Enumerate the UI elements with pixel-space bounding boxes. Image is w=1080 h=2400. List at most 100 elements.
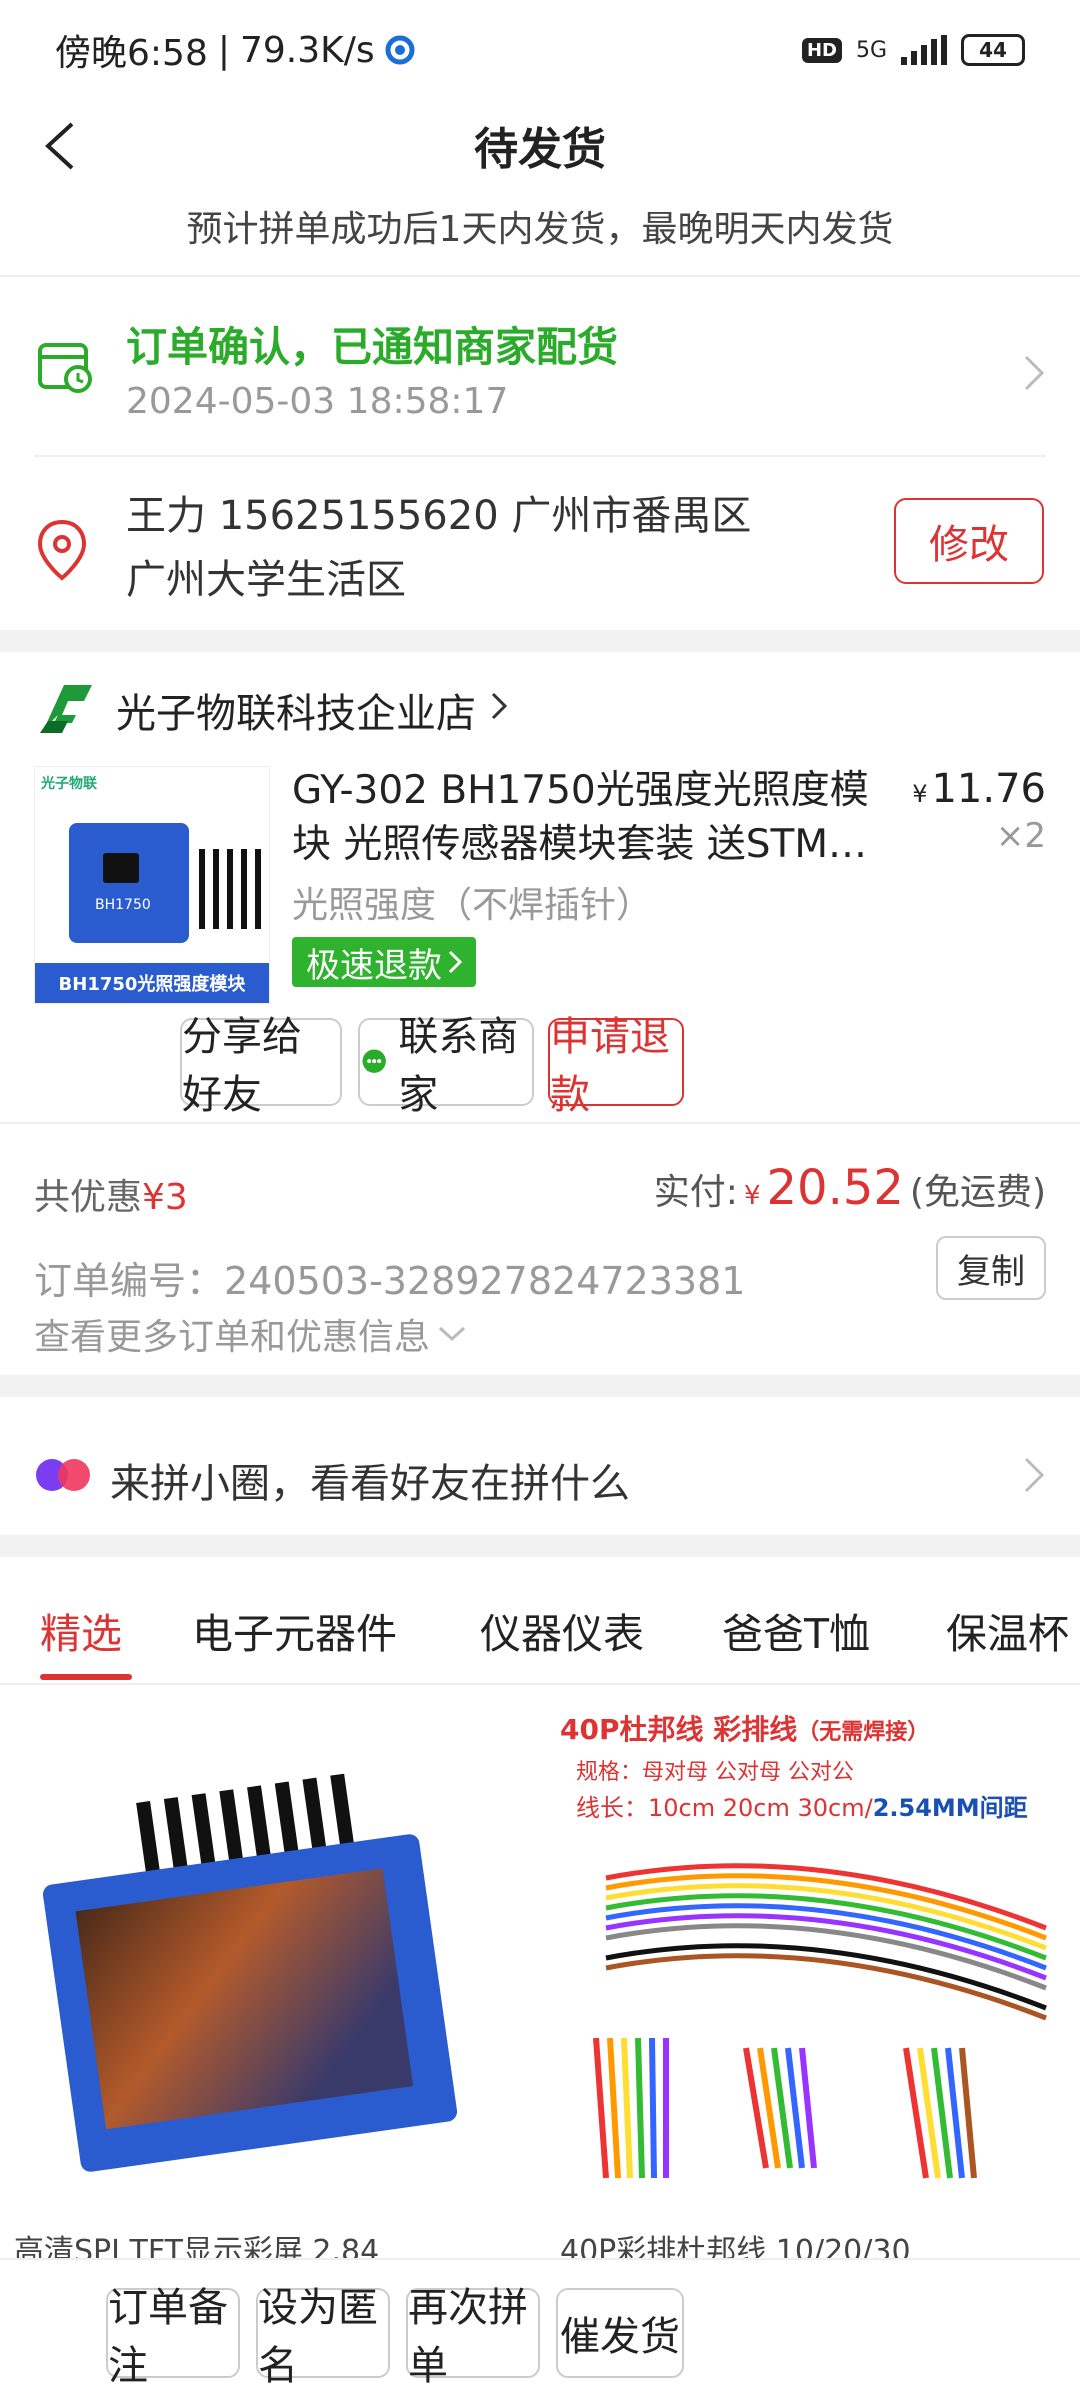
- cable-ad-length-text: 线长：10cm 20cm 30cm/: [576, 1794, 873, 1822]
- paid-currency: ¥: [743, 1181, 761, 1211]
- discount-summary: 共优惠¥3: [34, 1168, 188, 1220]
- cable-ad-title: 40P杜邦线 彩排线（无需焊接）: [560, 1708, 929, 1748]
- product-price: ¥11.76: [912, 766, 1046, 812]
- network-type: 5G: [855, 37, 887, 63]
- status-speed: 79.3K/s: [239, 29, 375, 71]
- shipping-note: (免运费): [909, 1172, 1046, 1213]
- signal-icon: [901, 35, 947, 65]
- paid-amount: 20.52: [766, 1160, 904, 1216]
- contact-merchant-button[interactable]: 联系商家: [358, 1014, 534, 1118]
- shop-logo-icon: [34, 675, 98, 739]
- address-line-2: 广州大学生活区: [126, 557, 406, 603]
- bottom-action-bar: 订单备注 设为匿名 再次拼单 催发货: [0, 2258, 1080, 2400]
- contact-merchant-label: 联系商家: [398, 1014, 519, 1118]
- chevron-right-icon: [491, 692, 508, 720]
- status-right: HD 5G 44: [801, 34, 1025, 66]
- cable-ad-title-text: 40P杜邦线 彩排线: [560, 1713, 798, 1746]
- product-image-brand: 光子物联: [41, 776, 97, 792]
- share-button[interactable]: 分享给好友: [180, 1014, 342, 1118]
- divider: [0, 1122, 1080, 1124]
- cable-ad-spec: 规格：母对母 公对母 公对公: [576, 1760, 854, 1785]
- order-status-time: 2024-05-03 18:58:17: [126, 381, 509, 422]
- section-gap: [0, 630, 1080, 652]
- divider: [0, 275, 1080, 277]
- tab-dad-tshirt[interactable]: 爸爸T恤: [722, 1600, 870, 1660]
- discount-label: 共优惠: [34, 1177, 143, 1218]
- chevron-right-icon: [1024, 1457, 1045, 1493]
- cable-ad-length: 线长：10cm 20cm 30cm/2.54MM间距: [576, 1788, 1028, 1823]
- section-gap: [0, 1535, 1080, 1557]
- product-item[interactable]: 光子物联 BH1750 BH1750光照强度模块 GY-302 BH1750光强…: [0, 760, 1080, 1010]
- status-bar: 傍晚6:58 | 79.3K/s HD 5G 44: [0, 0, 1080, 100]
- friend-circle-icon: [36, 1459, 90, 1491]
- fast-refund-badge[interactable]: 极速退款: [292, 937, 476, 987]
- urge-shipping-button[interactable]: 催发货: [556, 2288, 684, 2378]
- back-icon[interactable]: [34, 118, 84, 174]
- tab-instruments[interactable]: 仪器仪表: [480, 1600, 644, 1660]
- address-line-1: 王力 15625155620 广州市番禺区: [126, 493, 752, 539]
- copy-order-number-button[interactable]: 复制: [936, 1236, 1046, 1300]
- product-image[interactable]: 光子物联 BH1750 BH1750光照强度模块: [34, 766, 270, 1004]
- recommend-card[interactable]: 高清SPI TFT显示彩屏 2.84: [0, 1688, 530, 2258]
- product-image-label: BH1750光照强度模块: [35, 963, 269, 1003]
- set-anonymous-button[interactable]: 设为匿名: [256, 2285, 390, 2389]
- friend-circle-text: 来拼小圈，看看好友在拼什么: [110, 1461, 630, 1507]
- cable-ad-pitch: 2.54MM间距: [872, 1794, 1028, 1822]
- reorder-button[interactable]: 再次拼单: [406, 2285, 540, 2389]
- location-pin-icon: [37, 519, 87, 581]
- order-number-label: 订单编号：: [34, 1259, 225, 1303]
- request-refund-button[interactable]: 申请退款: [548, 1014, 684, 1118]
- more-order-info-link[interactable]: 查看更多订单和优惠信息: [34, 1308, 466, 1360]
- chevron-right-icon: [448, 950, 462, 974]
- shop-name: 光子物联科技企业店: [116, 691, 476, 737]
- order-note-button[interactable]: 订单备注: [106, 2285, 240, 2389]
- sync-icon: [385, 35, 415, 65]
- sensor-chip-graphic: [103, 853, 139, 883]
- cable-ad-note: （无需焊接）: [797, 1720, 930, 1745]
- chat-icon: [362, 1049, 386, 1073]
- tab-thermos[interactable]: 保温杯: [946, 1600, 1069, 1660]
- section-gap: [0, 1375, 1080, 1397]
- price-value: 11.76: [931, 766, 1046, 812]
- hd-badge: HD: [801, 37, 842, 63]
- category-tabs: 精选 电子元器件 仪器仪表 爸爸T恤 保温杯: [0, 1580, 1080, 1685]
- recommend-grid: 高清SPI TFT显示彩屏 2.84 40P杜邦线 彩排线（无需焊接） 规格：母…: [0, 1688, 1080, 2258]
- chevron-down-icon: [439, 1326, 466, 1342]
- tft-display-graphic: [41, 1832, 459, 2174]
- shop-row[interactable]: 光子物联科技企业店: [0, 665, 1080, 755]
- product-image-chip: BH1750: [95, 897, 151, 913]
- page-title: 待发货: [474, 124, 606, 175]
- friend-circle-row[interactable]: 来拼小圈，看看好友在拼什么: [0, 1415, 1080, 1535]
- order-status-text: 订单确认，已通知商家配货: [126, 323, 618, 371]
- sensor-board-graphic: BH1750: [69, 823, 189, 943]
- tab-electronic-components[interactable]: 电子元器件: [192, 1600, 397, 1660]
- discount-value: ¥3: [142, 1177, 188, 1218]
- recommend-card[interactable]: 40P杜邦线 彩排线（无需焊接） 规格：母对母 公对母 公对公 线长：10cm …: [546, 1688, 1076, 2258]
- recommend-card-title: 高清SPI TFT显示彩屏 2.84: [14, 2234, 380, 2258]
- product-spec: 光照强度（不焊插针）: [292, 885, 653, 926]
- order-actions: 分享给好友 联系商家 申请退款: [0, 1014, 1080, 1118]
- status-time: 傍晚6:58: [55, 33, 208, 74]
- fast-refund-label: 极速退款: [306, 945, 442, 986]
- product-quantity: ×2: [995, 816, 1046, 856]
- tab-featured[interactable]: 精选: [40, 1600, 122, 1660]
- order-status-row[interactable]: 订单确认，已通知商家配货 2024-05-03 18:58:17: [0, 285, 1080, 455]
- order-number-value: 240503-328927824723381: [224, 1259, 746, 1303]
- paid-label: 实付:: [653, 1172, 738, 1213]
- battery-icon: 44: [961, 34, 1025, 66]
- recommend-card-title: 40P彩排杜邦线 10/20/30: [560, 2234, 911, 2258]
- tft-screen-graphic: [75, 1868, 414, 2130]
- more-order-info-label: 查看更多订单和优惠信息: [34, 1317, 431, 1358]
- dupont-cables-graphic: [593, 1863, 1047, 2179]
- calendar-clock-icon: [38, 343, 92, 393]
- status-left: 傍晚6:58 | 79.3K/s: [55, 24, 415, 76]
- shipping-estimate: 预计拼单成功后1天内发货，最晚明天内发货: [186, 209, 894, 250]
- header: 待发货: [0, 100, 1080, 190]
- modify-address-button[interactable]: 修改: [894, 498, 1044, 584]
- chevron-right-icon: [1024, 355, 1045, 391]
- status-separator: |: [217, 29, 230, 71]
- active-tab-indicator: [40, 1674, 132, 1680]
- divider: [34, 455, 1046, 457]
- paid-summary: 实付: ¥ 20.52 (免运费): [654, 1160, 1046, 1216]
- price-currency: ¥: [912, 780, 928, 808]
